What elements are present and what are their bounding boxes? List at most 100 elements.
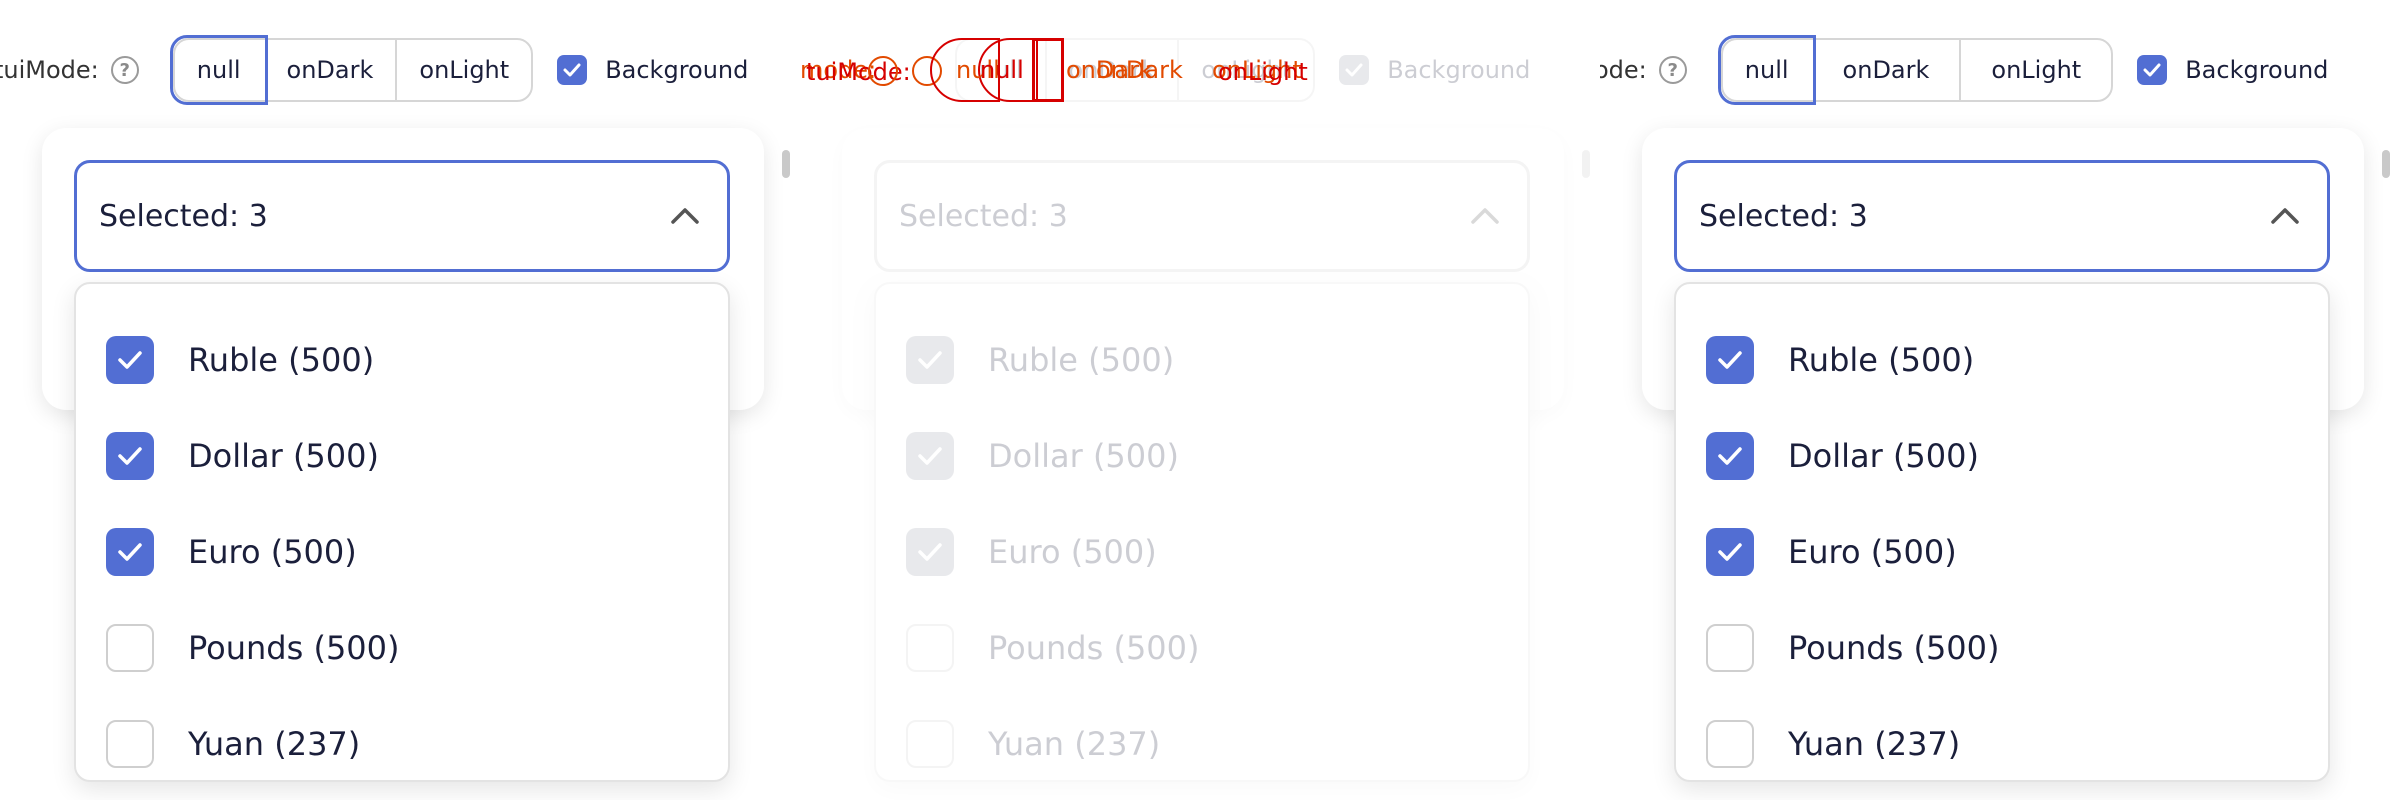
mode-segmented-control: null onDark onLight	[1717, 35, 2114, 105]
chevron-up-icon[interactable]	[665, 196, 705, 236]
options-dropdown: Ruble (500) Dollar (500) Euro (500) Poun…	[874, 282, 1530, 782]
multi-select[interactable]: Selected: 3	[1674, 160, 2330, 272]
checkmark-icon	[1718, 447, 1742, 465]
options-dropdown: Ruble (500) Dollar (500) Euro (500) Poun…	[1674, 282, 2330, 782]
option-label: Dollar (500)	[988, 437, 1179, 475]
option-checkbox[interactable]	[106, 336, 154, 384]
mode-null-button[interactable]: null	[1717, 35, 1816, 105]
option-yuan[interactable]: Yuan (237)	[76, 696, 728, 792]
option-label: Ruble (500)	[1788, 341, 1975, 379]
option-pounds[interactable]: Pounds (500)	[1676, 600, 2328, 696]
checkmark-icon	[918, 543, 942, 561]
option-euro[interactable]: Euro (500)	[76, 504, 728, 600]
mode-ondark-button[interactable]: onDark	[265, 40, 398, 100]
select-value: Selected: 3	[99, 198, 268, 234]
option-label: Pounds (500)	[1788, 629, 2000, 667]
option-checkbox	[906, 624, 954, 672]
option-label: Ruble (500)	[988, 341, 1175, 379]
background-label: Background	[605, 56, 749, 84]
select-value: Selected: 3	[899, 198, 1068, 234]
option-euro: Euro (500)	[876, 504, 1528, 600]
mode-label: ode:	[1600, 56, 1647, 84]
option-ruble[interactable]: Ruble (500)	[1676, 312, 2328, 408]
mode-toolbar: ode: ? null onDark onLight Background	[1600, 35, 2328, 105]
option-label: Euro (500)	[1788, 533, 1957, 571]
chevron-up-icon	[1465, 196, 1505, 236]
option-pounds[interactable]: Pounds (500)	[76, 600, 728, 696]
option-label: Yuan (237)	[188, 725, 361, 763]
option-label: Yuan (237)	[1788, 725, 1961, 763]
background-label: Background	[1387, 56, 1531, 84]
option-yuan: Yuan (237)	[876, 696, 1528, 792]
background-toggle: Background	[1339, 55, 1530, 85]
demo-panel-3: ode: ? null onDark onLight Background Se…	[1600, 0, 2400, 800]
background-checkbox	[1339, 55, 1370, 85]
checkmark-icon	[1345, 63, 1363, 77]
option-dollar[interactable]: Dollar (500)	[76, 408, 728, 504]
option-euro[interactable]: Euro (500)	[1676, 504, 2328, 600]
option-checkbox	[906, 720, 954, 768]
mode-onlight-button: onLight	[1201, 56, 1292, 84]
background-toggle[interactable]: Background	[557, 55, 748, 85]
scrollbar-thumb[interactable]	[782, 150, 790, 178]
background-checkbox[interactable]	[557, 55, 588, 85]
background-checkbox[interactable]	[2137, 55, 2168, 85]
checkmark-icon	[1718, 351, 1742, 369]
option-checkbox[interactable]	[1706, 336, 1754, 384]
option-checkbox[interactable]	[106, 432, 154, 480]
option-label: Pounds (500)	[988, 629, 1200, 667]
option-checkbox[interactable]	[1706, 720, 1754, 768]
option-checkbox	[906, 528, 954, 576]
option-label: Dollar (500)	[188, 437, 379, 475]
option-dollar[interactable]: Dollar (500)	[1676, 408, 2328, 504]
option-pounds: Pounds (500)	[876, 600, 1528, 696]
option-checkbox[interactable]	[106, 720, 154, 768]
option-ruble[interactable]: Ruble (500)	[76, 312, 728, 408]
option-label: Euro (500)	[188, 533, 357, 571]
checkmark-icon	[118, 543, 142, 561]
background-toggle[interactable]: Background	[2137, 55, 2328, 85]
mode-null-button: null	[957, 40, 1047, 100]
option-label: Euro (500)	[988, 533, 1157, 571]
multi-select[interactable]: Selected: 3	[74, 160, 730, 272]
option-checkbox	[906, 432, 954, 480]
option-yuan[interactable]: Yuan (237)	[1676, 696, 2328, 792]
demo-panel-2-disabled: tuiMode: ? null onDark onLight Backgroun…	[800, 0, 1600, 800]
mode-onlight-button[interactable]: onLight	[397, 40, 531, 100]
option-checkbox[interactable]	[1706, 432, 1754, 480]
multi-select: Selected: 3	[874, 160, 1530, 272]
mode-ondark-button: onDark	[1047, 40, 1180, 100]
option-label: Pounds (500)	[188, 629, 400, 667]
checkmark-icon	[118, 351, 142, 369]
mode-toolbar: tuiMode: ? null onDark onLight Backgroun…	[800, 38, 1530, 102]
checkmark-icon	[118, 447, 142, 465]
scrollbar-thumb	[1582, 150, 1590, 178]
help-icon[interactable]: ?	[110, 56, 139, 84]
mode-toolbar: tuiMode: ? null onDark onLight Backgroun…	[0, 35, 748, 105]
checkmark-icon	[1718, 543, 1742, 561]
option-checkbox	[906, 336, 954, 384]
option-checkbox[interactable]	[1706, 624, 1754, 672]
background-label: Background	[2185, 56, 2329, 84]
option-checkbox[interactable]	[106, 624, 154, 672]
option-checkbox[interactable]	[106, 528, 154, 576]
option-ruble: Ruble (500)	[876, 312, 1528, 408]
mode-ondark-button[interactable]: onDark	[1813, 40, 1962, 100]
checkmark-icon	[918, 351, 942, 369]
mode-segmented-control: null onDark onLight	[954, 38, 1316, 102]
checkmark-icon	[2143, 63, 2161, 77]
mode-segmented-control: null onDark onLight	[169, 35, 534, 105]
chevron-up-icon[interactable]	[2265, 196, 2305, 236]
select-value: Selected: 3	[1699, 198, 1868, 234]
checkmark-icon	[563, 63, 581, 77]
help-icon[interactable]: ?	[1658, 56, 1687, 84]
option-label: Ruble (500)	[188, 341, 375, 379]
mode-null-button[interactable]: null	[169, 35, 268, 105]
mode-onlight-button[interactable]: onLight	[1961, 40, 2111, 100]
demo-panel-1: tuiMode: ? null onDark onLight Backgroun…	[0, 0, 800, 800]
option-checkbox[interactable]	[1706, 528, 1754, 576]
option-label: Yuan (237)	[988, 725, 1161, 763]
option-dollar: Dollar (500)	[876, 408, 1528, 504]
scrollbar-thumb[interactable]	[2382, 150, 2390, 178]
options-dropdown: Ruble (500) Dollar (500) Euro (500) Poun…	[74, 282, 730, 782]
